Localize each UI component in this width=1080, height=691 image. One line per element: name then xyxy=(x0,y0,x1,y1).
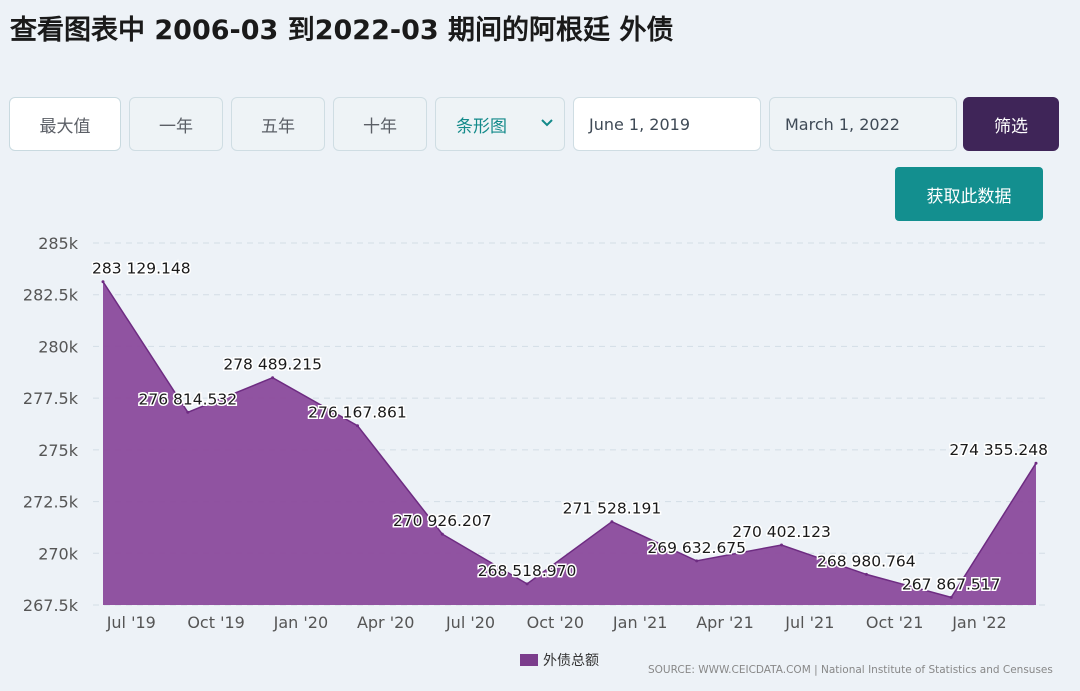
y-tick-label: 285k xyxy=(38,234,79,253)
x-tick-label: Oct '19 xyxy=(187,613,245,632)
data-point xyxy=(780,543,783,547)
x-tick-label: Jan '21 xyxy=(612,613,668,632)
data-point xyxy=(864,572,868,576)
data-label: 268 980.764 xyxy=(817,552,916,570)
y-tick-label: 277.5k xyxy=(23,389,79,408)
x-tick-label: Jul '19 xyxy=(106,613,156,632)
x-tick-label: Jul '21 xyxy=(784,613,834,632)
y-tick-label: 280k xyxy=(38,337,79,356)
chart-type-select[interactable]: 条形图 xyxy=(435,97,565,151)
x-tick-label: Apr '21 xyxy=(696,613,754,632)
end-date-input[interactable]: March 1, 2022 xyxy=(769,97,957,151)
external-debt-chart: 267.5k 270k 272.5k 275k 277.5k 280k 282.5k 285k… xyxy=(23,234,1050,632)
legend-label: 外债总额 xyxy=(543,653,599,669)
data-label: 278 489.215 xyxy=(223,356,322,374)
data-point xyxy=(101,280,105,284)
range-1y-button[interactable]: 一年 xyxy=(129,97,223,151)
data-label: 276 167.861 xyxy=(308,404,407,422)
chart-legend[interactable]: 外债总额 xyxy=(520,650,599,670)
filter-button[interactable]: 筛选 xyxy=(963,97,1059,151)
range-10y-button[interactable]: 十年 xyxy=(333,97,427,151)
range-max-button[interactable]: 最大值 xyxy=(9,97,121,151)
x-tick-label: Jan '20 xyxy=(273,613,329,632)
data-point xyxy=(1034,461,1038,465)
data-point xyxy=(610,520,614,524)
start-date-input[interactable]: June 1, 2019 xyxy=(573,97,761,151)
y-tick-label: 282.5k xyxy=(23,286,79,305)
chart-type-value: 条形图 xyxy=(456,116,507,137)
data-label: 270 926.207 xyxy=(393,512,492,530)
source-note: SOURCE: WWW.CEICDATA.COM | National Inst… xyxy=(648,664,1053,676)
x-tick-label: Jul '20 xyxy=(445,613,495,632)
x-tick-label: Oct '20 xyxy=(527,613,585,632)
chevron-down-icon xyxy=(541,119,553,127)
x-tick-label: Oct '21 xyxy=(866,613,924,632)
range-5y-button[interactable]: 五年 xyxy=(231,97,325,151)
data-point xyxy=(440,532,444,536)
data-label: 274 355.248 xyxy=(949,441,1048,459)
data-point xyxy=(695,559,699,563)
data-label: 267 867.517 xyxy=(902,575,1001,593)
y-tick-label: 267.5k xyxy=(23,596,79,615)
data-point xyxy=(186,410,190,414)
y-tick-label: 270k xyxy=(38,544,79,563)
x-tick-label: Apr '20 xyxy=(357,613,415,632)
legend-swatch xyxy=(520,654,538,666)
y-tick-label: 275k xyxy=(38,441,79,460)
data-label: 283 129.148 xyxy=(92,260,191,278)
data-label: 270 402.123 xyxy=(732,523,831,541)
x-tick-label: Jan '22 xyxy=(951,613,1007,632)
data-label: 269 632.675 xyxy=(647,539,746,557)
data-label: 268 518.970 xyxy=(478,562,577,580)
get-data-button[interactable]: 获取此数据 xyxy=(895,167,1043,221)
y-tick-label: 272.5k xyxy=(23,493,79,512)
data-point xyxy=(356,424,359,428)
data-label: 276 814.532 xyxy=(139,390,238,408)
data-label: 271 528.191 xyxy=(563,500,662,518)
data-point xyxy=(525,582,529,586)
data-point xyxy=(271,376,275,380)
data-point xyxy=(949,595,953,599)
page-title: 查看图表中 2006-03 到2022-03 期间的阿根廷 外债 xyxy=(10,15,674,46)
